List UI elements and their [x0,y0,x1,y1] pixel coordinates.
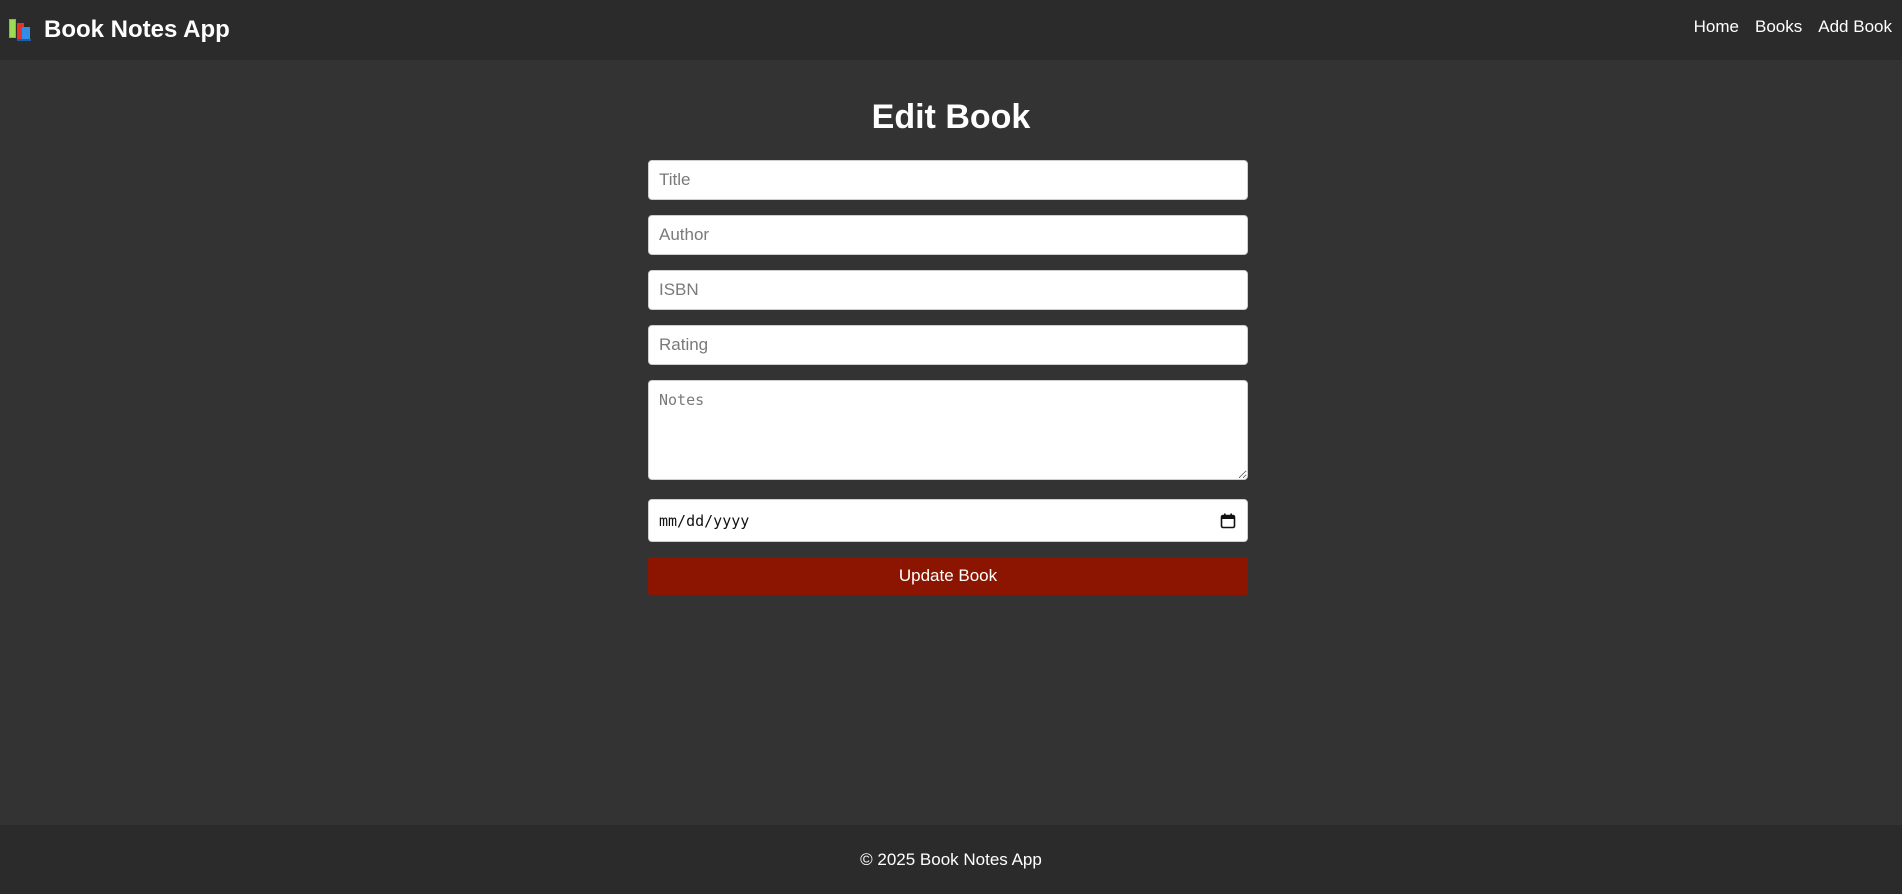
footer: © 2025 Book Notes App [0,825,1902,894]
rating-input[interactable] [648,325,1248,365]
nav-link-add-book[interactable]: Add Book [1818,17,1892,37]
date-input[interactable]: mm/dd/yyyy [648,499,1248,542]
footer-copyright: © 2025 Book Notes App [860,849,1042,869]
author-input[interactable] [648,215,1248,255]
nav-link-home[interactable]: Home [1694,17,1739,37]
update-book-button[interactable]: Update Book [648,557,1248,595]
brand-title: Book Notes App [44,16,230,43]
isbn-input[interactable] [648,270,1248,310]
main-content: Edit Book mm/dd/yyyy Update Book [0,60,1902,825]
page-title: Edit Book [871,98,1031,136]
nav-links: Home Books Add Book [1678,17,1892,37]
notes-textarea[interactable] [648,380,1248,480]
brand[interactable]: Book Notes App [8,16,230,44]
date-input-value: mm/dd/yyyy [659,511,750,530]
title-input[interactable] [648,160,1248,200]
edit-book-form: mm/dd/yyyy Update Book [648,160,1248,595]
books-icon [9,19,31,41]
nav-link-books[interactable]: Books [1755,17,1802,37]
top-navbar: Book Notes App Home Books Add Book [0,0,1902,60]
calendar-icon[interactable] [1220,513,1236,529]
